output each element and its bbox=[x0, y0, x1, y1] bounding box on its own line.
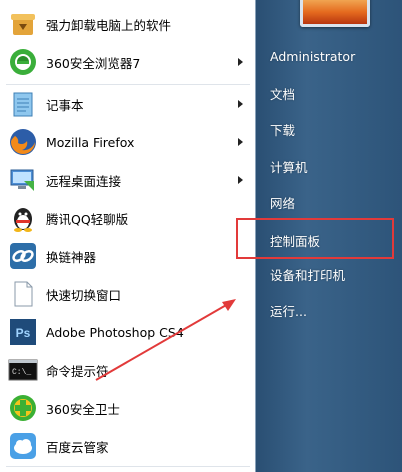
menu-separator bbox=[6, 84, 250, 85]
notepad-icon bbox=[8, 89, 38, 119]
remote-desktop-icon bbox=[8, 165, 38, 195]
submenu-arrow-icon[interactable] bbox=[238, 138, 243, 146]
user-name-link[interactable]: Administrator bbox=[270, 49, 355, 64]
program-baidu-cloud[interactable]: 百度云管家 bbox=[3, 428, 253, 464]
program-label: Adobe Photoshop CS4 bbox=[46, 324, 184, 340]
devices-printers-link[interactable]: 设备和打印机 bbox=[270, 265, 345, 284]
computer-link[interactable]: 计算机 bbox=[270, 157, 308, 176]
downloads-link[interactable]: 下载 bbox=[270, 120, 295, 139]
baidu-cloud-icon bbox=[8, 431, 38, 461]
program-switch-window[interactable]: 快速切换窗口 bbox=[3, 276, 253, 312]
documents-link[interactable]: 文档 bbox=[270, 84, 295, 103]
program-label: 强力卸载电脑上的软件 bbox=[46, 17, 172, 33]
start-menu-programs-panel: 强力卸载电脑上的软件 360安全浏览器7 记事本 Mozilla Firefox… bbox=[0, 0, 256, 472]
program-360-browser[interactable]: 360安全浏览器7 bbox=[3, 44, 253, 80]
link-tool-icon bbox=[8, 241, 38, 271]
program-notepad[interactable]: 记事本 bbox=[3, 86, 253, 122]
program-label: 远程桌面连接 bbox=[46, 173, 122, 189]
run-link[interactable]: 运行... bbox=[270, 301, 307, 320]
svg-text:Ps: Ps bbox=[16, 326, 31, 340]
uninstall-icon bbox=[8, 9, 38, 39]
program-label: 腾讯QQ轻聊版 bbox=[46, 211, 129, 227]
cmd-icon: C:\_ bbox=[8, 355, 38, 385]
program-label: 百度云管家 bbox=[46, 439, 109, 455]
program-label: 换链神器 bbox=[46, 249, 97, 265]
program-label: 记事本 bbox=[46, 97, 84, 113]
user-avatar[interactable] bbox=[300, 0, 370, 27]
360-safe-icon bbox=[8, 393, 38, 423]
360-browser-icon bbox=[8, 47, 38, 77]
highlight-box bbox=[236, 218, 394, 259]
program-label: 360安全浏览器7 bbox=[46, 55, 141, 71]
program-label: Mozilla Firefox bbox=[46, 134, 135, 150]
program-label: 360安全卫士 bbox=[46, 401, 120, 417]
photoshop-icon: Ps bbox=[8, 317, 38, 347]
program-label: 命令提示符 bbox=[46, 363, 109, 379]
qq-icon bbox=[8, 203, 38, 233]
program-360-safe[interactable]: 360安全卫士 bbox=[3, 390, 253, 426]
program-link-tool[interactable]: 换链神器 bbox=[3, 238, 253, 274]
program-remote-desktop[interactable]: 远程桌面连接 bbox=[3, 162, 253, 198]
network-link[interactable]: 网络 bbox=[270, 193, 295, 212]
program-qq[interactable]: 腾讯QQ轻聊版 bbox=[3, 200, 253, 236]
menu-separator bbox=[6, 466, 250, 467]
submenu-arrow-icon[interactable] bbox=[238, 176, 243, 184]
program-command-prompt[interactable]: C:\_ 命令提示符 bbox=[3, 352, 253, 388]
program-photoshop[interactable]: Ps Adobe Photoshop CS4 bbox=[3, 314, 253, 350]
program-firefox[interactable]: Mozilla Firefox bbox=[3, 124, 253, 160]
program-uninstaller[interactable]: 强力卸载电脑上的软件 bbox=[3, 6, 253, 42]
svg-text:C:\_: C:\_ bbox=[12, 368, 31, 377]
submenu-arrow-icon[interactable] bbox=[238, 100, 243, 108]
submenu-arrow-icon[interactable] bbox=[238, 58, 243, 66]
program-label: 快速切换窗口 bbox=[46, 287, 122, 303]
switch-window-icon bbox=[8, 279, 38, 309]
firefox-icon bbox=[8, 127, 38, 157]
